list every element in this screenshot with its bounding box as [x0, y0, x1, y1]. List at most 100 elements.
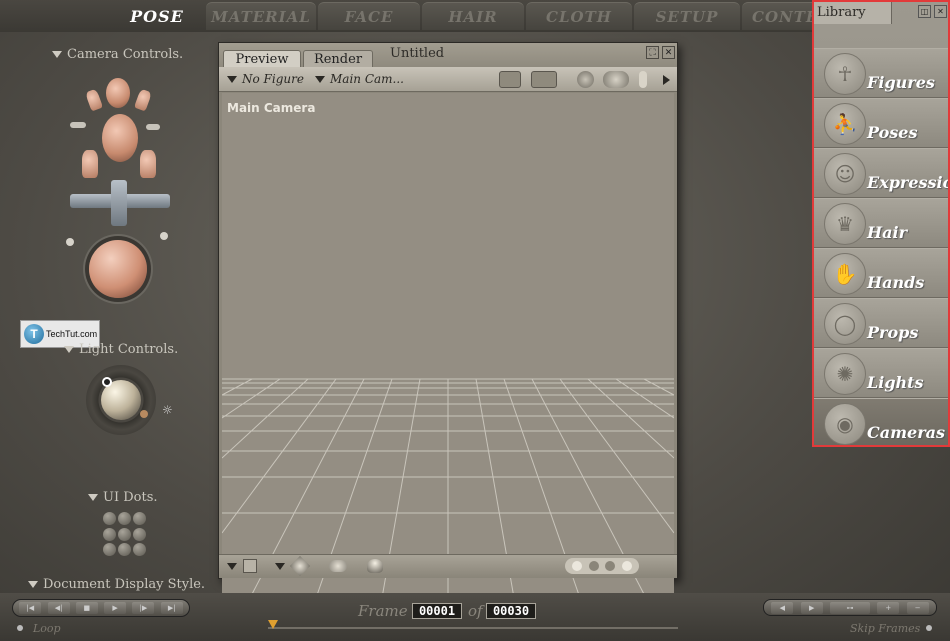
tab-preview[interactable]: Preview — [223, 50, 301, 68]
library-item-figures[interactable]: ☥ Figures — [814, 48, 948, 98]
frame-label: Frame — [358, 602, 408, 620]
scale-camera-icon[interactable] — [639, 71, 647, 88]
tab-render[interactable]: Render — [303, 50, 373, 68]
camera-head-small-icon[interactable] — [106, 78, 130, 108]
light-sun-icon[interactable]: ☼ — [162, 403, 173, 417]
playhead-marker[interactable] — [268, 620, 278, 629]
library-item-expression[interactable]: ☺ Expression — [814, 148, 948, 198]
hand-right-icon[interactable] — [140, 150, 156, 178]
library-item-label: Cameras — [867, 423, 946, 442]
library-item-hair[interactable]: ♛ Hair — [814, 198, 948, 248]
skip-frames-label: Skip Frames — [850, 622, 921, 635]
document-display-style-header[interactable]: Document Display Style. — [28, 577, 205, 592]
tab-pose[interactable]: POSE — [112, 2, 202, 30]
timeline-track[interactable] — [268, 627, 678, 629]
maximize-icon[interactable]: ⛶ — [646, 46, 659, 59]
library-item-cameras[interactable]: ◉ Cameras — [814, 398, 948, 445]
add-key-icon[interactable]: + — [877, 601, 900, 614]
trackball-sphere-icon[interactable] — [89, 240, 147, 298]
tab-hair[interactable]: HAIR — [422, 2, 524, 30]
cube-icon[interactable] — [289, 555, 311, 577]
ui-dot[interactable] — [103, 527, 116, 541]
go-to-start-icon[interactable]: |◀ — [19, 602, 42, 614]
ui-dot[interactable] — [103, 543, 116, 557]
pager-dot[interactable] — [605, 561, 616, 571]
move-camera-icon[interactable] — [603, 71, 629, 88]
rotate-camera-icon[interactable] — [577, 71, 594, 88]
ui-dot[interactable] — [133, 512, 146, 525]
go-to-end-icon[interactable]: ▶| — [160, 602, 183, 614]
current-frame-field[interactable]: 00001 — [412, 603, 462, 619]
tab-cloth[interactable]: CLOTH — [526, 2, 632, 30]
library-item-lights[interactable]: ✺ Lights — [814, 348, 948, 398]
next-key-icon[interactable]: ▶ — [800, 601, 823, 614]
rotate-left-icon[interactable] — [70, 122, 86, 128]
ground-shadow-icon[interactable] — [367, 559, 383, 573]
library-item-hands[interactable]: ✋ Hands — [814, 248, 948, 298]
light-dot-icon[interactable] — [140, 410, 148, 418]
prev-key-icon[interactable]: ◀ — [771, 601, 794, 614]
camera-icon[interactable] — [499, 71, 521, 88]
library-item-poses[interactable]: ⛹ Poses — [814, 98, 948, 148]
play-icon[interactable]: ▶ — [104, 602, 127, 614]
shading-dropdown-icon[interactable] — [275, 563, 285, 570]
light-handle-icon[interactable] — [102, 377, 112, 387]
light-control-ring[interactable]: ☼ — [86, 365, 173, 435]
hand-right-small-icon[interactable] — [133, 88, 153, 112]
pager-dot[interactable] — [622, 561, 633, 571]
preview-viewport[interactable]: Main Camera — [222, 93, 674, 598]
ui-dot[interactable] — [118, 543, 131, 557]
disclosure-triangle-icon — [52, 51, 62, 58]
ui-dots-header[interactable]: UI Dots. — [88, 490, 158, 505]
light-controls-header[interactable]: Light Controls. — [64, 342, 178, 357]
library-close-icon[interactable]: ✕ — [934, 5, 947, 18]
tab-setup[interactable]: SETUP — [634, 2, 740, 30]
ui-dots-grid — [103, 512, 148, 557]
camera-controls-header[interactable]: Camera Controls. — [52, 47, 183, 62]
total-frames-field[interactable]: 00030 — [486, 603, 536, 619]
figure-dropdown[interactable]: No Figure — [227, 72, 304, 86]
dot-left-icon[interactable] — [66, 238, 74, 246]
depth-cue-icon[interactable] — [329, 560, 347, 572]
ui-dot[interactable] — [118, 527, 131, 541]
move-z-cross-icon[interactable] — [111, 180, 127, 226]
library-item-label: Props — [867, 323, 919, 342]
rotate-right-icon[interactable] — [146, 124, 160, 130]
loop-toggle-icon[interactable] — [17, 625, 23, 631]
step-back-icon[interactable]: ◀| — [47, 602, 70, 614]
library-tab[interactable]: Library — [814, 2, 892, 24]
library-item-props[interactable]: ◯ Props — [814, 298, 948, 348]
tab-face[interactable]: FACE — [318, 2, 420, 30]
stop-icon[interactable]: ■ — [75, 602, 98, 614]
close-icon[interactable]: ✕ — [662, 46, 675, 59]
skip-frames-toggle-icon[interactable] — [926, 625, 932, 631]
lightbulb-icon: ✺ — [824, 353, 866, 395]
remove-key-icon[interactable]: − — [906, 601, 929, 614]
pager-dot[interactable] — [588, 561, 599, 571]
ui-dot[interactable] — [133, 543, 146, 557]
ui-dot[interactable] — [133, 527, 146, 541]
camera-head-icon[interactable] — [102, 114, 138, 162]
disclosure-triangle-icon — [64, 346, 74, 353]
display-style-dropdown-icon[interactable] — [227, 563, 237, 570]
hand-left-icon[interactable] — [82, 150, 98, 178]
multi-view-icon[interactable] — [531, 71, 557, 88]
step-forward-icon[interactable]: |▶ — [132, 602, 155, 614]
pager-dot[interactable] — [571, 561, 582, 571]
key-icon[interactable]: ⊶ — [829, 601, 870, 614]
library-expand-icon[interactable]: ◫ — [918, 5, 931, 18]
dot-right-icon[interactable] — [160, 232, 168, 240]
tab-material[interactable]: MATERIAL — [206, 2, 316, 30]
library-item-label: Expression — [867, 173, 948, 192]
more-arrow-icon[interactable] — [663, 75, 670, 85]
document-tab-strip: Preview Render Untitled ⛶ ✕ — [219, 43, 677, 68]
document-pager[interactable] — [565, 558, 639, 574]
tab-content[interactable]: CONTENT — [742, 2, 815, 30]
box-display-icon[interactable] — [243, 559, 257, 573]
techtut-logo-icon: T — [24, 324, 44, 344]
ui-dot[interactable] — [103, 512, 116, 525]
hand-left-small-icon[interactable] — [84, 88, 104, 112]
face-icon: ☺ — [824, 153, 866, 195]
camera-dropdown[interactable]: Main Cam... — [315, 72, 404, 86]
ui-dot[interactable] — [118, 512, 131, 525]
